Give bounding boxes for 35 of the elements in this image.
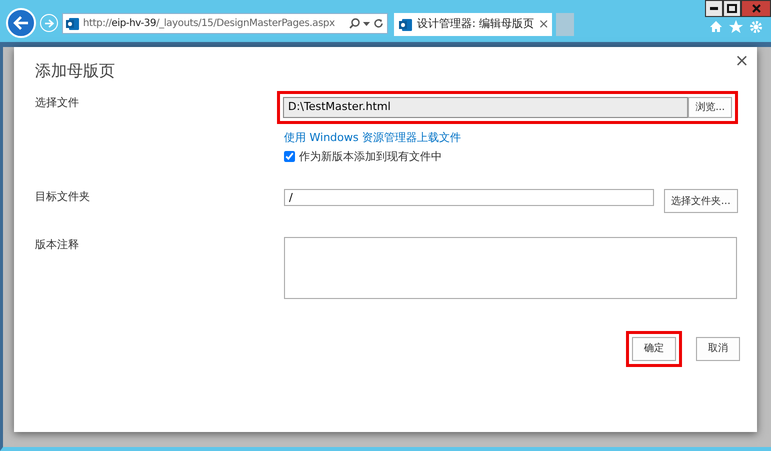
- window-close-button[interactable]: [741, 0, 771, 17]
- maximize-button[interactable]: [723, 0, 741, 17]
- maximize-icon: [727, 4, 737, 13]
- star-icon[interactable]: [729, 20, 743, 34]
- browser-tab[interactable]: 设计管理器: 编辑母版页 ×: [394, 13, 552, 36]
- close-icon: [752, 4, 760, 13]
- close-button[interactable]: ×: [734, 53, 749, 70]
- checkbox-label: 作为新版本添加到现有文件中: [299, 148, 442, 164]
- tab-close-button[interactable]: ×: [538, 14, 550, 34]
- arrow-icon: [13, 16, 29, 30]
- dialog-button[interactable]: 确定: [632, 336, 676, 360]
- dialog-title: 添加母版页: [35, 60, 116, 82]
- checkbox[interactable]: [284, 151, 295, 162]
- select-folder-button[interactable]: 选择文件夹...: [664, 189, 738, 213]
- field-label: 选择文件: [35, 95, 80, 111]
- arrow-icon: [44, 18, 54, 28]
- comment-field[interactable]: [284, 237, 737, 299]
- search-icon[interactable]: [349, 18, 360, 29]
- minimize-button[interactable]: [705, 0, 723, 17]
- back-button[interactable]: [6, 8, 36, 38]
- address-bar[interactable]: http://eip-hv-39/_layouts/15/DesignMasterPages.aspx: [62, 13, 388, 34]
- browse-button[interactable]: 浏览...: [688, 97, 732, 118]
- field-label: 目标文件夹: [35, 189, 91, 205]
- file-field[interactable]: D:\TestMaster.html: [283, 97, 688, 118]
- folder-field[interactable]: /: [284, 189, 654, 206]
- upload-link[interactable]: 使用 Windows 资源管理器上载文件: [284, 130, 462, 146]
- site-icon: [66, 16, 80, 30]
- refresh-icon[interactable]: [373, 18, 384, 29]
- url-text: http://eip-hv-39/_layouts/15/DesignMasterPages.aspx: [83, 17, 336, 31]
- field-label: 版本注释: [35, 237, 80, 253]
- minimize-icon: [710, 7, 718, 10]
- site-icon: [399, 18, 413, 32]
- tab-title: 设计管理器: 编辑母版页: [417, 16, 534, 32]
- dialog-button[interactable]: 取消: [696, 336, 740, 360]
- dropdown-icon[interactable]: [363, 22, 370, 26]
